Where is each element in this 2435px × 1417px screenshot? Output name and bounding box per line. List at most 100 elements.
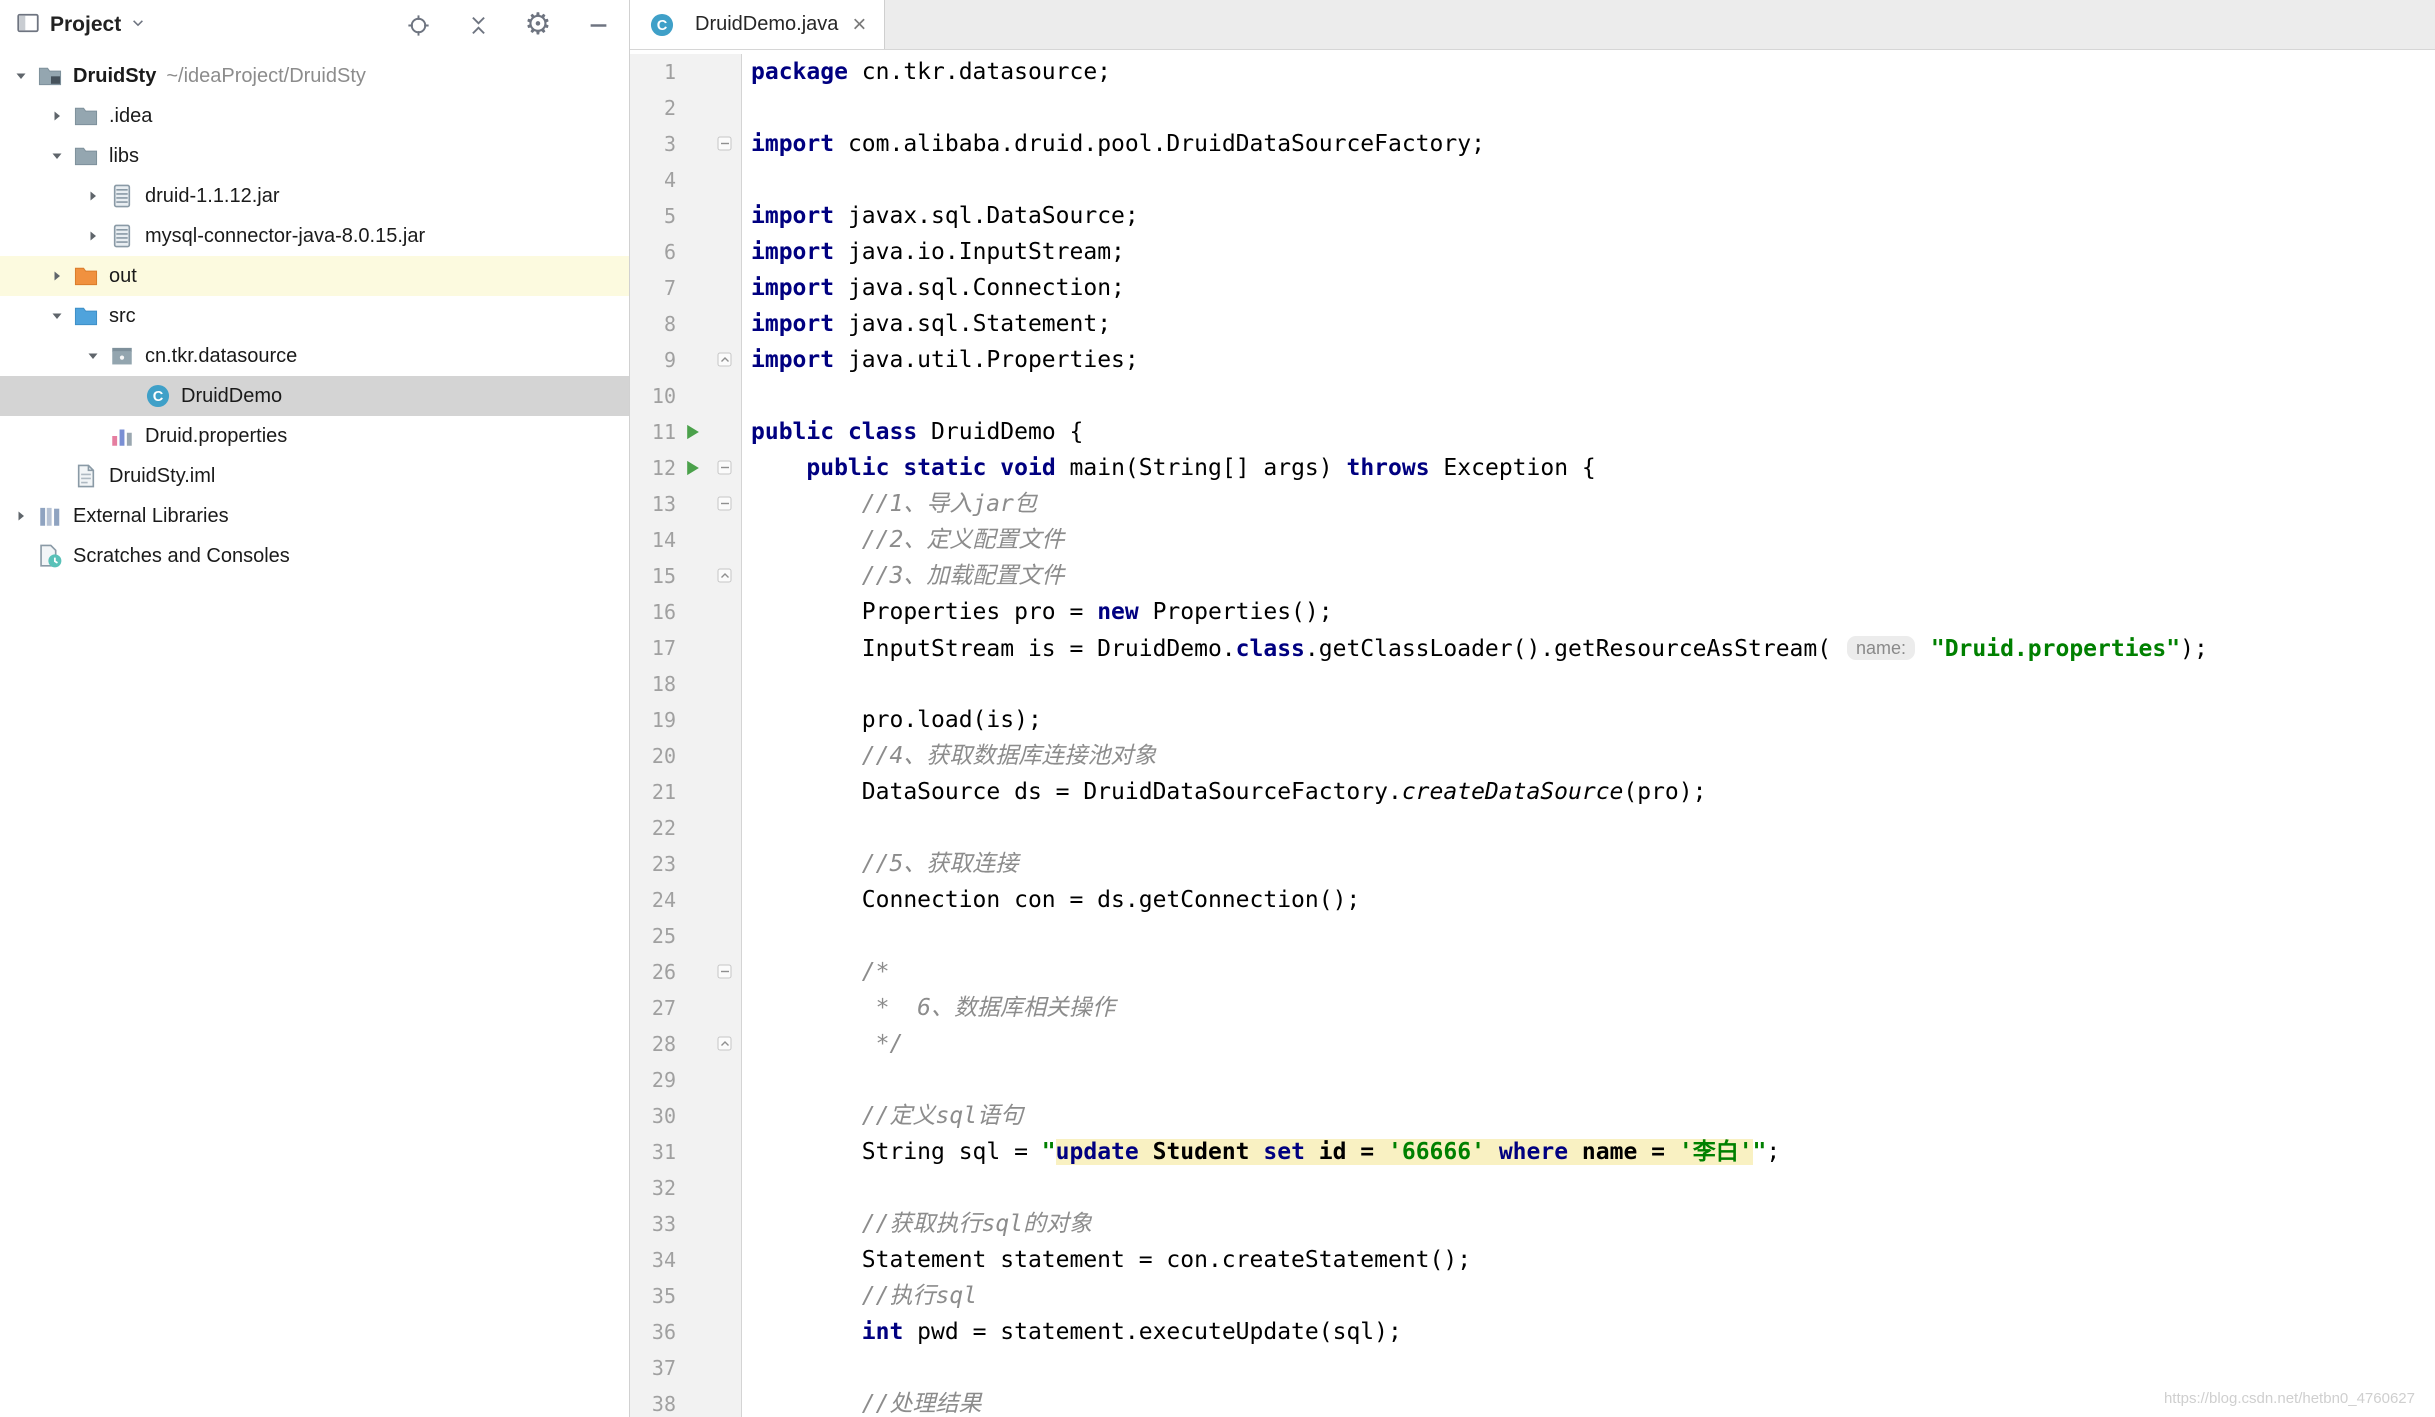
chevron-right-icon[interactable] [78, 228, 108, 244]
code-line: 34 Statement statement = con.createState… [630, 1242, 2435, 1278]
code-text: String sql = "update Student set id = '6… [751, 1139, 1781, 1165]
chevron-down-icon[interactable] [78, 348, 108, 364]
svg-text:C: C [657, 17, 668, 33]
code-line: 1 package cn.tkr.datasource; [630, 54, 2435, 90]
project-panel-title[interactable]: Project [50, 13, 121, 37]
fold-open-icon[interactable] [708, 496, 741, 512]
svg-text:C: C [153, 389, 164, 405]
fold-open-icon[interactable] [708, 964, 741, 980]
gutter: 3 [630, 126, 742, 162]
code-line: 7 import java.sql.Connection; [630, 270, 2435, 306]
tree-item-mysql-connector-java-8-0-15-jar[interactable]: mysql-connector-java-8.0.15.jar [0, 216, 629, 256]
project-toolbar: Project ⚙ [0, 0, 629, 50]
tree-item-scratches-and-consoles[interactable]: Scratches and Consoles [0, 536, 629, 576]
code-line: 30 //定义sql语句 [630, 1098, 2435, 1134]
close-tab-icon[interactable]: × [852, 12, 866, 37]
locate-icon[interactable] [403, 10, 433, 40]
ide-window: Project ⚙ DruidSty ~/ideaProject/DruidSty… [0, 0, 2435, 1417]
code-line: 23 //5、获取连接 [630, 846, 2435, 882]
chevron-right-icon[interactable] [6, 508, 36, 524]
code-text: import com.alibaba.druid.pool.DruidDataS… [751, 131, 1485, 157]
tree-item-druiddemo[interactable]: C DruidDemo [0, 376, 629, 416]
gutter: 13 [630, 486, 742, 522]
tree-item-label: .idea [109, 104, 153, 127]
tree-item-druid-1-1-12-jar[interactable]: druid-1.1.12.jar [0, 176, 629, 216]
code-line: 26 /* [630, 954, 2435, 990]
code-text: import java.sql.Connection; [751, 275, 1125, 301]
code-text: */ [861, 1031, 904, 1057]
code-text: import java.io.InputStream; [751, 239, 1125, 265]
code-text: //执行sql [861, 1283, 978, 1309]
tree-item-idea[interactable]: .idea [0, 96, 629, 136]
tree-item-libs[interactable]: libs [0, 136, 629, 176]
code-line: 4 [630, 162, 2435, 198]
tree-item-out[interactable]: out [0, 256, 629, 296]
code-text: * 6、数据库相关操作 [861, 995, 1116, 1021]
gutter: 20 [630, 738, 742, 774]
chevron-right-icon[interactable] [78, 188, 108, 204]
code-line: 31 String sql = "update Student set id =… [630, 1134, 2435, 1170]
gutter: 24 [630, 882, 742, 918]
code-line: 32 [630, 1170, 2435, 1206]
fold-close-icon[interactable] [708, 352, 741, 368]
chevron-down-icon[interactable] [42, 148, 72, 164]
tree-item-src[interactable]: src [0, 296, 629, 336]
tree-item-druid-properties[interactable]: Druid.properties [0, 416, 629, 456]
line-number: 1 [663, 60, 676, 84]
code-line: 8 import java.sql.Statement; [630, 306, 2435, 342]
folder-project-icon [36, 62, 64, 90]
tree-item-cn-tkr-datasource[interactable]: cn.tkr.datasource [0, 336, 629, 376]
gutter: 25 [630, 918, 742, 954]
line-number: 17 [651, 636, 676, 660]
code-text: pro.load(is); [751, 707, 1042, 733]
run-icon[interactable] [676, 457, 708, 479]
code-line: 10 [630, 378, 2435, 414]
code-line: 19 pro.load(is); [630, 702, 2435, 738]
code-text: Connection con = ds.getConnection(); [751, 887, 1361, 913]
code-line: 24 Connection con = ds.getConnection(); [630, 882, 2435, 918]
editor-tab-druiddemo[interactable]: C DruidDemo.java × [630, 0, 886, 49]
run-icon[interactable] [676, 421, 708, 443]
code-text: //5、获取连接 [861, 851, 1019, 877]
fold-close-icon[interactable] [708, 568, 741, 584]
tree-item-druidsty-iml[interactable]: DruidSty.iml [0, 456, 629, 496]
code-text: //获取执行sql的对象 [861, 1211, 1093, 1237]
line-number: 18 [651, 672, 676, 696]
fold-open-icon[interactable] [708, 460, 741, 476]
file-iml-icon [72, 462, 100, 490]
properties-icon [108, 422, 136, 450]
line-number: 25 [651, 924, 676, 948]
project-tree: DruidSty ~/ideaProject/DruidSty .idea libs d… [0, 50, 629, 1417]
fold-close-icon[interactable] [708, 1036, 741, 1052]
line-number: 35 [651, 1284, 676, 1308]
fold-open-icon[interactable] [708, 136, 741, 152]
gutter: 38 [630, 1386, 742, 1417]
chevron-down-icon[interactable] [6, 68, 36, 84]
hide-panel-icon[interactable] [583, 10, 613, 40]
line-number: 36 [651, 1320, 676, 1344]
editor-body[interactable]: 1 package cn.tkr.datasource; 2 3 import com.… [630, 50, 2435, 1417]
tree-item-druidsty[interactable]: DruidSty ~/ideaProject/DruidSty [0, 56, 629, 96]
code-text: //处理结果 [861, 1391, 982, 1417]
chevron-right-icon[interactable] [42, 108, 72, 124]
tree-item-label: druid-1.1.12.jar [145, 184, 280, 207]
line-number: 16 [651, 600, 676, 624]
chevron-down-icon[interactable] [131, 16, 145, 35]
collapse-all-icon[interactable] [463, 10, 493, 40]
settings-icon[interactable]: ⚙ [523, 10, 553, 40]
line-number: 5 [663, 204, 676, 228]
chevron-down-icon[interactable] [42, 308, 72, 324]
line-number: 29 [651, 1068, 676, 1092]
chevron-right-icon[interactable] [42, 268, 72, 284]
gutter: 21 [630, 774, 742, 810]
code-line: 13 //1、导入jar包 [630, 486, 2435, 522]
line-number: 38 [651, 1392, 676, 1416]
tree-item-label: Druid.properties [145, 424, 288, 447]
code-line: 29 [630, 1062, 2435, 1098]
gutter: 11 [630, 414, 742, 450]
tree-item-external-libraries[interactable]: External Libraries [0, 496, 629, 536]
